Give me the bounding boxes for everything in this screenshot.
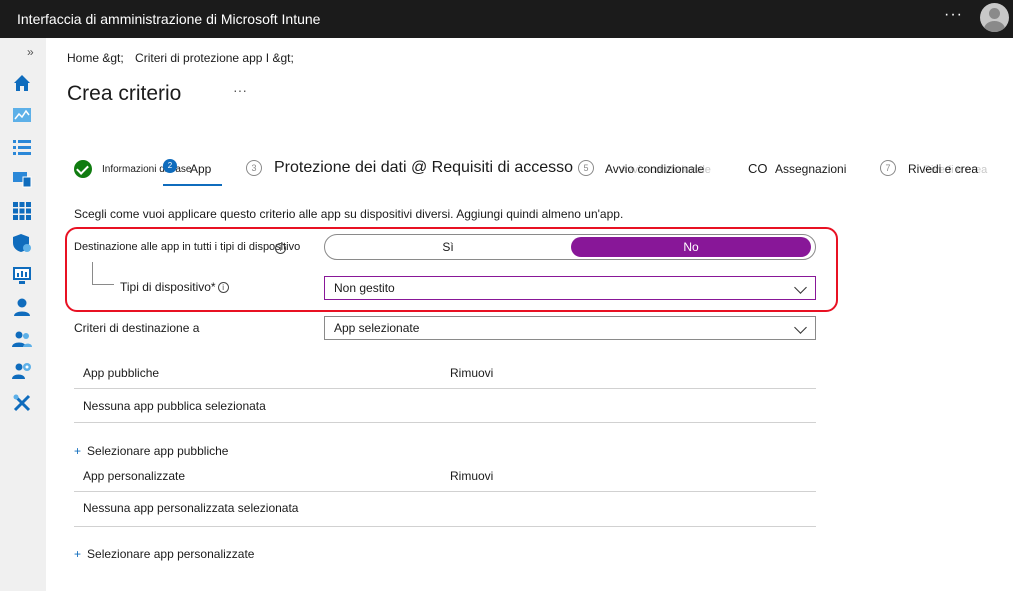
step-assignments-number: CO	[748, 161, 768, 176]
wizard-steps: Informazioni di base 2 App 3 Protezione …	[0, 154, 1013, 188]
expand-nav-icon[interactable]: »	[27, 45, 34, 59]
active-step-underline	[163, 184, 222, 186]
select-custom-apps-label: Selezionare app personalizzate	[87, 547, 255, 561]
step-basics-label[interactable]: Informazioni di base	[102, 164, 192, 175]
chevron-down-icon	[794, 321, 807, 334]
public-apps-remove-header: Rimuovi	[450, 366, 494, 380]
step-app-number: 2	[163, 159, 177, 173]
breadcrumb-current[interactable]: Criteri di protezione app I &gt;	[135, 51, 294, 65]
tree-connector-horizontal	[92, 284, 114, 285]
target-all-apps-label: Destinazione alle app in tutti i tipi di…	[74, 241, 301, 253]
toggle-option-no[interactable]: No	[571, 237, 811, 257]
policy-target-label: Criteri di destinazione a	[74, 321, 200, 335]
add-icon: +	[74, 444, 82, 458]
endpoint-security-icon[interactable]	[11, 232, 33, 254]
step-app-label[interactable]: App	[190, 162, 211, 176]
divider	[74, 526, 816, 527]
policy-target-dropdown[interactable]: App selezionate	[324, 316, 816, 340]
divider	[74, 422, 816, 423]
step-data-protection-number: 3	[246, 160, 262, 176]
divider	[74, 491, 816, 492]
select-public-apps-link[interactable]: + Selezionare app pubbliche	[74, 444, 228, 458]
add-icon: +	[74, 547, 82, 561]
custom-apps-header: App personalizzate	[83, 469, 186, 483]
device-types-label-text: Tipi di dispositivo*	[120, 280, 216, 294]
avatar-head-shape	[989, 8, 1000, 19]
chevron-down-icon	[794, 281, 807, 294]
breadcrumb-home[interactable]: Home &gt;	[67, 51, 124, 65]
target-info-icon[interactable]: i	[275, 243, 286, 254]
groups-icon[interactable]	[11, 328, 33, 350]
step-data-protection-label[interactable]: Protezione dei dati @ Requisiti di acces…	[274, 159, 573, 177]
custom-apps-empty: Nessuna app personalizzata selezionata	[83, 501, 299, 515]
toggle-option-yes[interactable]: Sì	[329, 237, 567, 257]
avatar[interactable]	[980, 3, 1009, 32]
tree-connector-vertical	[92, 262, 93, 284]
device-types-dropdown[interactable]: Non gestito	[324, 276, 816, 300]
more-options-icon[interactable]: ···	[944, 6, 963, 24]
step-assignments-label[interactable]: Assegnazioni	[775, 162, 846, 176]
top-bar: Interfaccia di amministrazione di Micros…	[0, 0, 1013, 38]
tenant-admin-icon[interactable]	[11, 360, 33, 382]
step-complete-check-icon	[74, 160, 92, 178]
divider	[74, 388, 816, 389]
app-title: Interfaccia di amministrazione di Micros…	[17, 11, 321, 27]
dashboard-icon[interactable]	[11, 104, 33, 126]
select-custom-apps-link[interactable]: + Selezionare app personalizzate	[74, 547, 254, 561]
target-all-apps-toggle[interactable]: Sì No	[324, 234, 816, 260]
custom-apps-remove-header: Rimuovi	[450, 469, 494, 483]
page-more-icon[interactable]: ···	[233, 82, 247, 98]
intro-text: Scegli come vuoi applicare questo criter…	[74, 207, 624, 221]
page-title: Crea criterio	[67, 82, 182, 105]
reports-icon[interactable]	[11, 264, 33, 286]
device-types-info-icon[interactable]: i	[217, 282, 229, 294]
step-review-label[interactable]: Rivedi e crea	[908, 162, 978, 176]
home-icon[interactable]	[11, 72, 33, 94]
troubleshoot-icon[interactable]	[11, 392, 33, 414]
public-apps-header: App pubbliche	[83, 366, 160, 380]
avatar-body-shape	[984, 21, 1005, 32]
step-conditional-launch-number: 5	[578, 160, 594, 176]
select-public-apps-label: Selezionare app pubbliche	[87, 444, 229, 458]
step-conditional-launch-label[interactable]: Avvio condizionale	[605, 162, 704, 176]
breadcrumb: Home &gt; Criteri di protezione app I &g…	[67, 51, 294, 65]
policy-target-value: App selezionate	[334, 321, 420, 335]
device-types-label: Tipi di dispositivo* i	[120, 280, 229, 294]
user-icon[interactable]	[11, 296, 33, 318]
step-review-number: 7	[880, 160, 896, 176]
device-types-value: Non gestito	[334, 281, 395, 295]
apps-icon[interactable]	[11, 200, 33, 222]
public-apps-empty: Nessuna app pubblica selezionata	[83, 399, 266, 413]
